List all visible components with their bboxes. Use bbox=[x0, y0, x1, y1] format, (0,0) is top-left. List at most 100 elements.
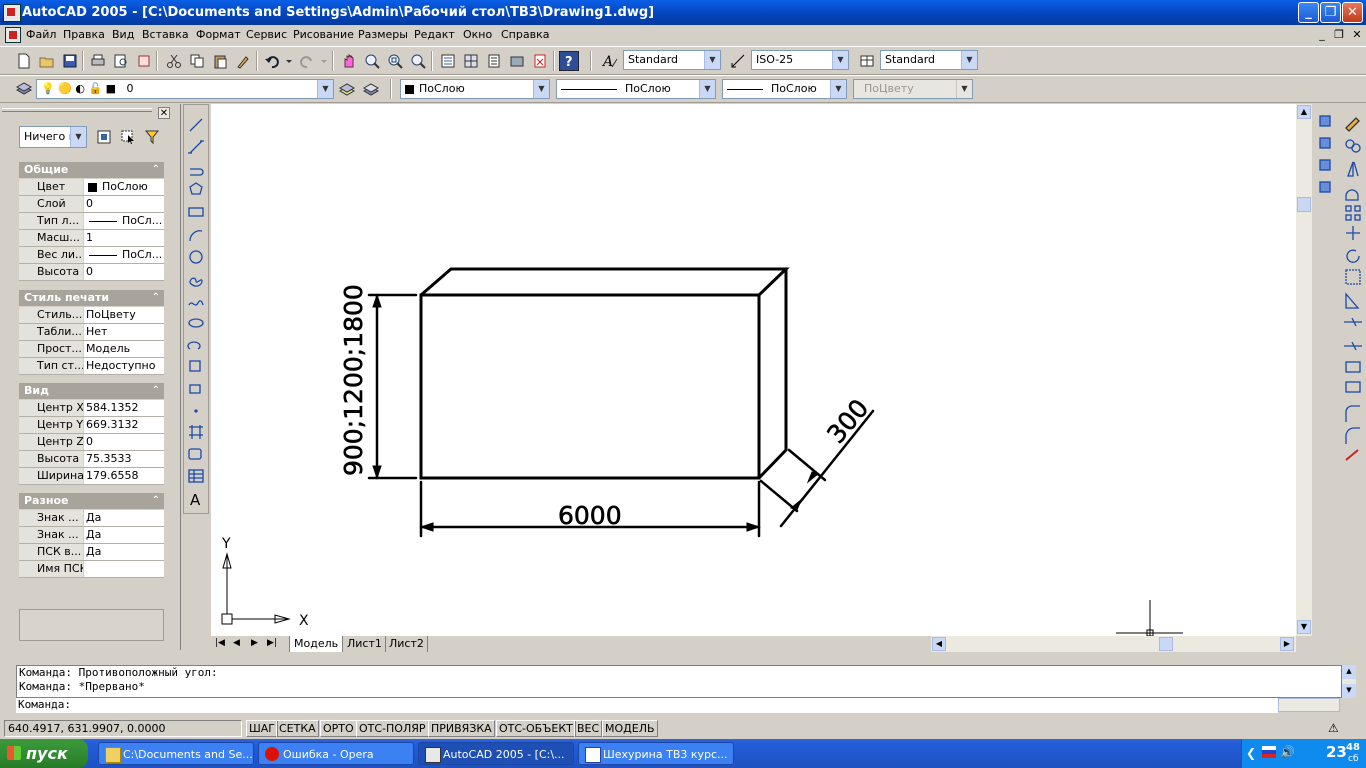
palette-grip[interactable] bbox=[2, 108, 152, 112]
tab-layout1[interactable]: Лист1 bbox=[344, 636, 386, 652]
taskbar-item-word[interactable]: Шехурина ТВ3 курс... bbox=[578, 742, 734, 765]
lineweight-toggle[interactable]: ВЕС bbox=[574, 720, 603, 737]
dim-style-select[interactable]: ISO-25 ▼ bbox=[751, 50, 849, 70]
close-button[interactable]: ✕ bbox=[1342, 2, 1363, 23]
scroll-left-icon[interactable]: ◀ bbox=[932, 637, 946, 651]
horizontal-scrollbar[interactable]: ◀ ▶ bbox=[931, 636, 1296, 652]
scroll-down-icon[interactable]: ▼ bbox=[1297, 620, 1311, 634]
selection-select[interactable]: Ничего н ▼ bbox=[19, 126, 87, 148]
lineweight-select[interactable]: ПоСлою ▼ bbox=[722, 79, 847, 99]
menu-edit[interactable]: Правка bbox=[63, 28, 105, 41]
pan-realtime-icon[interactable] bbox=[339, 51, 359, 71]
property-row[interactable]: ПСК в... Да bbox=[19, 544, 164, 561]
communication-center-icon[interactable]: ⚠ bbox=[1328, 721, 1344, 736]
command-hscrollbar[interactable] bbox=[1278, 698, 1340, 712]
plot-icon[interactable] bbox=[88, 51, 108, 71]
property-row[interactable]: Центр X 584.1352 bbox=[19, 400, 164, 417]
taskbar-item-autocad[interactable]: AutoCAD 2005 - [C:\... bbox=[418, 742, 574, 765]
section-general-header[interactable]: Общие ⌃ bbox=[19, 162, 164, 178]
property-row[interactable]: Ширина 179.6558 bbox=[19, 468, 164, 485]
table-style-select[interactable]: Standard ▼ bbox=[880, 50, 978, 70]
scroll-thumb[interactable] bbox=[1159, 637, 1173, 651]
text-style-select[interactable]: Standard ▼ bbox=[623, 50, 721, 70]
property-row[interactable]: Тип л... ПоСл... bbox=[19, 213, 164, 230]
document-icon[interactable] bbox=[5, 27, 21, 43]
help-icon[interactable]: ? bbox=[559, 51, 579, 71]
mdi-close-button[interactable]: ✕ bbox=[1350, 28, 1364, 42]
design-center-icon[interactable] bbox=[461, 51, 481, 71]
drawing-svg[interactable]: 6000 900;1200;1800 300 Y X bbox=[211, 104, 1296, 636]
menu-draw[interactable]: Рисование bbox=[293, 28, 354, 41]
layer-select[interactable]: 💡 🟡 ◐ 🔓 ■ 0 ▼ bbox=[36, 79, 334, 99]
taskbar-item-explorer[interactable]: C:\Documents and Se... bbox=[98, 742, 254, 765]
sheet-set-icon[interactable] bbox=[507, 51, 527, 71]
cut-icon[interactable] bbox=[164, 51, 184, 71]
property-row[interactable]: Центр Z0 bbox=[19, 434, 164, 451]
menu-modify[interactable]: Редакт bbox=[414, 28, 455, 41]
property-row[interactable]: Слой 0 bbox=[19, 196, 164, 213]
tab-next-icon[interactable]: ▶ bbox=[251, 638, 258, 648]
zoom-previous-icon[interactable] bbox=[408, 51, 428, 71]
tab-layout2[interactable]: Лист2 bbox=[386, 636, 428, 652]
property-row[interactable]: Тип ст... Недоступно bbox=[19, 358, 164, 375]
tab-model[interactable]: Модель bbox=[289, 636, 344, 652]
property-row[interactable]: Прост... Модель bbox=[19, 341, 164, 358]
tab-last-icon[interactable]: ▶| bbox=[267, 638, 277, 648]
paste-icon[interactable] bbox=[210, 51, 230, 71]
scroll-up-icon[interactable]: ▲ bbox=[1342, 665, 1356, 679]
text-style-icon[interactable]: A bbox=[600, 51, 620, 71]
otrack-toggle[interactable]: ОТС-ОБЪЕКТ bbox=[496, 720, 576, 737]
save-icon[interactable] bbox=[60, 51, 80, 71]
section-misc-header[interactable]: Разное ⌃ bbox=[19, 493, 164, 509]
menu-format[interactable]: Формат bbox=[196, 28, 241, 41]
model-toggle[interactable]: МОДЕЛЬ bbox=[602, 720, 658, 737]
menu-dimension[interactable]: Размеры bbox=[358, 28, 408, 41]
ortho-toggle[interactable]: ОРТО bbox=[320, 720, 357, 737]
redo-icon[interactable] bbox=[297, 51, 329, 71]
markup-set-icon[interactable] bbox=[530, 51, 550, 71]
tab-prev-icon[interactable]: ◀ bbox=[233, 638, 240, 648]
table-style-icon[interactable] bbox=[857, 51, 877, 71]
scroll-thumb[interactable] bbox=[1297, 197, 1311, 212]
vertical-scrollbar[interactable]: ▲ ▼ bbox=[1296, 104, 1312, 636]
menu-view[interactable]: Вид bbox=[112, 28, 134, 41]
osnap-toggle[interactable]: ПРИВЯЗКА bbox=[428, 720, 495, 737]
restore-button[interactable]: ❐ bbox=[1320, 2, 1341, 23]
layer-manager-icon[interactable] bbox=[14, 79, 34, 99]
taskbar-item-opera[interactable]: Ошибка - Opera bbox=[258, 742, 414, 765]
autocad-app-icon[interactable] bbox=[3, 4, 21, 22]
select-objects-icon[interactable] bbox=[118, 127, 138, 147]
scroll-right-icon[interactable]: ▶ bbox=[1280, 637, 1294, 651]
property-row[interactable]: Знак ... Да bbox=[19, 527, 164, 544]
menu-window[interactable]: Окно bbox=[463, 28, 492, 41]
menu-file[interactable]: Файл bbox=[26, 28, 56, 41]
zoom-window-icon[interactable] bbox=[385, 51, 405, 71]
section-plotstyle-header[interactable]: Стиль печати ⌃ bbox=[19, 290, 164, 306]
make-layer-current-icon[interactable] bbox=[337, 79, 357, 99]
property-row[interactable]: Цвет ПоСлою bbox=[19, 179, 164, 196]
mdi-minimize-button[interactable]: _ bbox=[1315, 28, 1329, 42]
mdi-restore-button[interactable]: ❐ bbox=[1332, 28, 1346, 42]
copy-icon[interactable] bbox=[187, 51, 207, 71]
grid-toggle[interactable]: СЕТКА bbox=[276, 720, 319, 737]
property-row[interactable]: Табли... Нет bbox=[19, 324, 164, 341]
command-input[interactable]: Команда: bbox=[16, 698, 1278, 713]
linetype-select[interactable]: ПоСлою ▼ bbox=[556, 79, 716, 99]
color-select[interactable]: ПоСлою ▼ bbox=[400, 79, 550, 99]
polar-toggle[interactable]: ОТС-ПОЛЯР bbox=[356, 720, 429, 737]
toggle-pickadd-icon[interactable] bbox=[94, 127, 114, 147]
language-flag-icon[interactable] bbox=[1262, 746, 1276, 758]
match-properties-icon[interactable] bbox=[233, 51, 253, 71]
command-scrollbar[interactable]: ▲ ▼ bbox=[1342, 665, 1356, 698]
publish-icon[interactable] bbox=[134, 51, 154, 71]
tab-first-icon[interactable]: |◀ bbox=[215, 638, 225, 648]
new-icon[interactable] bbox=[14, 51, 34, 71]
tray-expand-icon[interactable]: ❮ bbox=[1246, 746, 1256, 760]
tool-palettes-icon[interactable] bbox=[484, 51, 504, 71]
drawing-canvas[interactable]: 6000 900;1200;1800 300 Y X bbox=[211, 104, 1296, 636]
property-row[interactable]: Высота 0 bbox=[19, 264, 164, 281]
menu-help[interactable]: Справка bbox=[501, 28, 549, 41]
snap-toggle[interactable]: ШАГ bbox=[246, 720, 278, 737]
open-icon[interactable] bbox=[37, 51, 57, 71]
scroll-up-icon[interactable]: ▲ bbox=[1297, 105, 1311, 119]
